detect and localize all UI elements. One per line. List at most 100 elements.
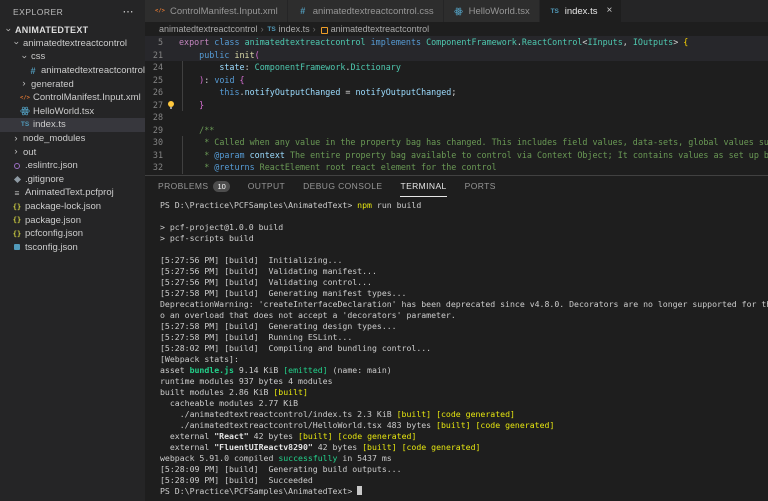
terminal-token: external — [160, 431, 215, 441]
tab-helloworld-tsx[interactable]: HelloWorld.tsx — [443, 0, 540, 22]
terminal-token: o an overload that does not accept a 'de… — [160, 310, 456, 320]
code-text: state: ComponentFramework.Dictionary — [179, 61, 768, 74]
tree-item-node-modules[interactable]: › node_modules — [0, 132, 145, 146]
code-token: state — [219, 62, 245, 72]
vscode-window: EXPLORER ⋯ › ANIMATEDTEXT › animatedtextrea… — [0, 0, 768, 501]
terminal-line: [5:27:58 PM] [build] Generating manifest… — [160, 288, 768, 299]
terminal-token: 42 bytes — [248, 431, 299, 441]
panel-tab-terminal[interactable]: TERMINAL — [400, 176, 447, 197]
code-token: notifyOutputChanged — [244, 87, 341, 97]
tree-item-out[interactable]: › out — [0, 145, 145, 159]
tree-item-helloworld-tsx[interactable]: HelloWorld.tsx — [0, 105, 145, 119]
tree-item-gitignore[interactable]: .gitignore — [0, 173, 145, 187]
terminal-token: [code generated] — [401, 442, 481, 452]
line-number: 32 — [152, 162, 163, 172]
gutter-decoration — [163, 124, 179, 137]
code-token: @returns — [214, 162, 255, 172]
breadcrumb-item-animatedtextreactcontrol-0[interactable]: animatedtextreactcontrol — [159, 24, 258, 34]
tree-item-pcfconfig-json[interactable]: {} pcfconfig.json — [0, 227, 145, 241]
terminal-token: external — [160, 442, 215, 452]
code-token: this — [219, 87, 240, 97]
gutter-decoration — [163, 161, 179, 174]
code-line[interactable]: 24 state: ComponentFramework.Dictionary — [145, 61, 768, 74]
code-line[interactable]: 27 } — [145, 98, 768, 112]
code-token: @param — [214, 149, 245, 160]
tree-item-index-ts[interactable]: TS index.ts — [0, 118, 145, 132]
code-line[interactable]: 26 this.notifyOutputChanged = notifyOutp… — [145, 86, 768, 99]
tree-item-package-json[interactable]: {} package.json — [0, 213, 145, 227]
terminal-token: [5:27:58 PM] [build] Generating manifest… — [160, 288, 407, 298]
panel-tab-problems[interactable]: PROBLEMS 10 — [158, 176, 230, 197]
code-token: void — [214, 74, 235, 85]
code-editor[interactable]: 5 export class animatedtextreactcontrol i… — [145, 36, 768, 175]
tree-item-animatedtext-pcfproj[interactable]: ≡ AnimatedText.pcfproj — [0, 186, 145, 200]
tree-item-label: css — [31, 51, 46, 63]
code-line[interactable]: 25 ): void { — [145, 73, 768, 87]
css-icon: # — [300, 6, 306, 16]
chevron-right-icon: › — [22, 78, 26, 90]
code-line[interactable]: 21 public init( — [145, 48, 768, 61]
tree-item-package-lock-json[interactable]: {} package-lock.json — [0, 200, 145, 214]
breadcrumb-item-index-ts-1[interactable]: TS index.ts — [267, 24, 309, 34]
terminal-token: [built] — [298, 431, 333, 441]
line-number: 26 — [152, 87, 163, 97]
code-line[interactable]: 28 — [145, 111, 768, 124]
more-actions-icon[interactable]: ⋯ — [123, 6, 135, 17]
tab-controlmanifest-input-xml[interactable]: </> ControlManifest.Input.xml — [145, 0, 288, 22]
terminal-token: successfully — [278, 453, 338, 463]
react-icon — [19, 105, 31, 117]
code-line[interactable]: 29 /** — [145, 124, 768, 137]
code-token: IOutputs — [632, 37, 674, 47]
terminal-token: (name: main) — [327, 365, 392, 375]
code-line[interactable]: 30 * Called when any value in the proper… — [145, 136, 768, 149]
terminal-token: PS D:\Practice\PCFSamples\AnimatedText> — [160, 200, 358, 210]
tree-item-label: pcfconfig.json — [25, 228, 84, 240]
terminal-line: ./animatedtextreactcontrol/index.ts 2.3 … — [160, 409, 768, 420]
code-line[interactable]: 32 * @returns ReactElement root react el… — [145, 161, 768, 174]
explorer-title: EXPLORER — [13, 6, 64, 17]
terminal-token: ./animatedtextreactcontrol/HelloWorld.ts… — [160, 420, 437, 430]
terminal[interactable]: PS D:\Practice\PCFSamples\AnimatedText> … — [160, 200, 768, 501]
ts-icon: TS — [20, 121, 30, 129]
panel-tab-debug-console[interactable]: DEBUG CONSOLE — [303, 176, 382, 197]
tree-item-tsconfig-json[interactable]: tsconfig.json — [0, 241, 145, 255]
code-token: public — [199, 49, 235, 60]
code-line[interactable]: 31 * @param context The entire property … — [145, 148, 768, 162]
tree-item-label: package-lock.json — [25, 201, 102, 213]
tree-item-animatedtext[interactable]: › ANIMATEDTEXT — [0, 23, 145, 37]
code-text: * @returns ReactElement root react eleme… — [179, 161, 768, 174]
terminal-line: built modules 2.86 KiB [built] — [160, 387, 768, 398]
code-line[interactable]: 5 export class animatedtextreactcontrol i… — [145, 36, 768, 49]
close-icon[interactable]: × — [606, 6, 612, 16]
lightbulb-icon[interactable] — [163, 99, 179, 112]
tree-item-label: ControlManifest.Input.xml — [33, 92, 141, 104]
terminal-token: 42 bytes — [312, 442, 363, 452]
json-icon: {} — [12, 216, 22, 225]
tree-item-css[interactable]: › css — [0, 50, 145, 64]
tree-item-eslintrc-json[interactable]: .eslintrc.json — [0, 159, 145, 173]
tree-item-animatedtextreactcontrol[interactable]: › animatedtextreactcontrol — [0, 37, 145, 51]
code-token: ComponentFramework — [426, 37, 517, 47]
terminal-token: [built] — [362, 442, 397, 452]
problems-badge: 10 — [213, 180, 230, 192]
tab-animatedtextreactcontrol-css[interactable]: # animatedtextreactcontrol.css — [287, 0, 444, 22]
line-number: 5 — [157, 37, 163, 47]
code-text: * Called when any value in the property … — [179, 136, 768, 149]
terminal-token: [5:28:09 PM] [build] Succeeded — [160, 475, 313, 485]
tree-item-animatedtextreactcontrol-css[interactable]: # animatedtextreactcontrol.css — [0, 64, 145, 78]
tree-item-label: animatedtextreactcontrol.css — [41, 65, 145, 77]
panel-tab-output[interactable]: OUTPUT — [248, 176, 285, 197]
tree-item-label: .gitignore — [25, 173, 65, 185]
panel-tab-ports[interactable]: PORTS — [465, 176, 496, 197]
breadcrumb-item-animatedtextreactcontrol-2[interactable]: animatedtextreactcontrol — [319, 24, 429, 34]
terminal-token: DeprecationWarning: 'createInterfaceDecl… — [160, 299, 768, 309]
line-number: 28 — [152, 112, 163, 122]
proj-icon: ≡ — [14, 187, 20, 198]
code-token: , — [622, 37, 633, 47]
code-token: * — [179, 162, 215, 172]
tree-item-controlmanifest-input-xml[interactable]: </> ControlManifest.Input.xml — [0, 91, 145, 105]
tab-index-ts[interactable]: TS index.ts × — [539, 0, 623, 22]
tree-item-generated[interactable]: › generated — [0, 77, 145, 91]
chevron-down-icon: › — [19, 55, 30, 59]
